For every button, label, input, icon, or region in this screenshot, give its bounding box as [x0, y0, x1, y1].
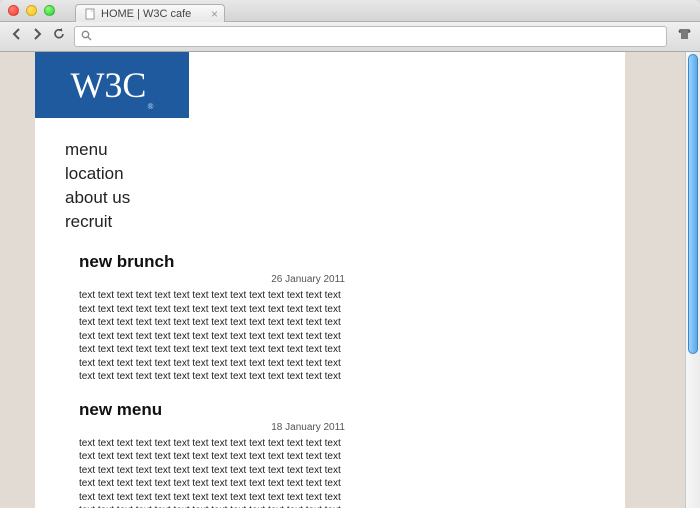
post-date: 26 January 2011 — [79, 274, 595, 285]
minimize-window-button[interactable] — [26, 5, 37, 16]
scrollbar[interactable] — [685, 52, 700, 508]
post-body: text text text text text text text text … — [79, 289, 359, 384]
logo[interactable]: W3C® — [35, 52, 189, 118]
post-title: new brunch — [79, 252, 595, 272]
post: new brunch 26 January 2011 text text tex… — [79, 252, 595, 384]
tab-title: HOME | W3C cafe — [101, 8, 191, 20]
nav-item-about[interactable]: about us — [65, 186, 625, 210]
settings-icon[interactable] — [677, 27, 692, 46]
reload-button[interactable] — [50, 27, 68, 46]
browser-window: HOME | W3C cafe × — [0, 0, 700, 508]
nav-item-recruit[interactable]: recruit — [65, 210, 625, 234]
post-body: text text text text text text text text … — [79, 437, 359, 508]
tab-close-icon[interactable]: × — [211, 8, 218, 20]
search-icon — [81, 30, 92, 44]
forward-button[interactable] — [28, 27, 46, 46]
toolbar — [0, 22, 700, 52]
post-title: new menu — [79, 400, 595, 420]
post: new menu 18 January 2011 text text text … — [79, 400, 595, 508]
viewport: W3C® menu location about us recruit new … — [0, 52, 700, 508]
back-button[interactable] — [8, 27, 26, 46]
page: W3C® menu location about us recruit new … — [35, 52, 625, 508]
post-date: 18 January 2011 — [79, 422, 595, 433]
titlebar: HOME | W3C cafe × — [0, 0, 700, 22]
zoom-window-button[interactable] — [44, 5, 55, 16]
nav-item-location[interactable]: location — [65, 162, 625, 186]
content: new brunch 26 January 2011 text text tex… — [35, 244, 625, 508]
close-window-button[interactable] — [8, 5, 19, 16]
traffic-lights — [8, 5, 55, 16]
tab-bar: HOME | W3C cafe × — [75, 4, 225, 22]
logo-text: W3C® — [70, 64, 153, 106]
scrollbar-thumb[interactable] — [688, 54, 698, 354]
main-nav: menu location about us recruit — [35, 118, 625, 244]
nav-buttons — [8, 27, 68, 46]
url-bar[interactable] — [74, 26, 667, 47]
nav-item-menu[interactable]: menu — [65, 138, 625, 162]
url-input[interactable] — [96, 30, 660, 44]
browser-tab[interactable]: HOME | W3C cafe × — [75, 4, 225, 22]
page-icon — [84, 8, 96, 20]
